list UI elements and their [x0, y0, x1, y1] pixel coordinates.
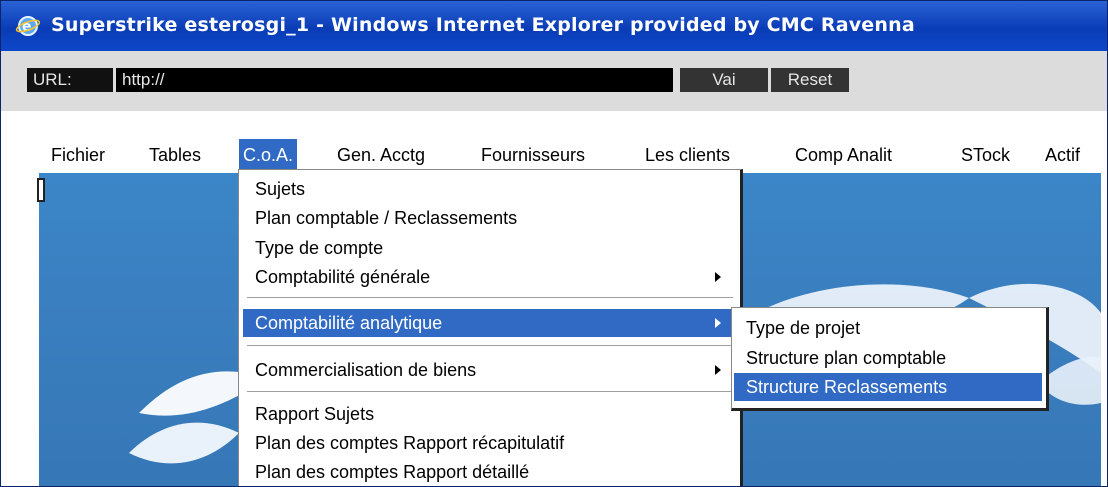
menu-actif[interactable]: Actif [1041, 139, 1084, 171]
menu-comp-analit[interactable]: Comp Analit [791, 139, 896, 171]
menu-separator [247, 297, 733, 301]
dropdown-item-rapport-sujets[interactable]: Rapport Sujets [239, 400, 737, 428]
title-bar: e Superstrike esterosgi_1 - Windows Inte… [1, 1, 1107, 51]
dropdown-item-sujets[interactable]: Sujets [239, 175, 737, 203]
page-left-margin [9, 173, 39, 486]
go-button[interactable]: Vai [680, 68, 768, 92]
url-input[interactable]: http:// [116, 68, 673, 92]
dropdown-item-plan-comptable[interactable]: Plan comptable / Reclassements [239, 204, 737, 232]
internet-explorer-icon: e [15, 16, 41, 36]
submenu-item-type-projet[interactable]: Type de projet [734, 314, 1042, 342]
submenu-item-structure-plan-comptable[interactable]: Structure plan comptable [734, 344, 1042, 372]
submenu-item-structure-reclassements[interactable]: Structure Reclassements [734, 373, 1042, 401]
menu-label: Tables [149, 145, 202, 165]
menu-label: Gen. Acctg [337, 145, 426, 165]
menu-label: Fichier [51, 145, 106, 165]
dropdown-item-label: Type de compte [255, 238, 384, 258]
menu-les-clients[interactable]: Les clients [641, 139, 734, 171]
dropdown-item-label: Plan comptable / Reclassements [255, 208, 518, 228]
dropdown-item-label: Commercialisation de biens [255, 360, 477, 380]
dropdown-item-label: Comptabilité générale [255, 267, 431, 287]
menu-fichier[interactable]: Fichier [47, 139, 109, 171]
dropdown-item-label: Sujets [255, 179, 306, 199]
submenu-item-label: Structure Reclassements [746, 377, 948, 397]
dropdown-item-label: Rapport Sujets [255, 404, 375, 424]
menu-stock[interactable]: STock [957, 139, 1014, 171]
dropdown-item-label: Plan des comptes Rapport récapitulatif [255, 433, 565, 453]
menu-tables[interactable]: Tables [145, 139, 205, 171]
menu-coa[interactable]: C.o.A. [239, 139, 298, 171]
menu-label: Fournisseurs [481, 145, 586, 165]
menu-gen-acctg[interactable]: Gen. Acctg [333, 139, 429, 171]
dropdown-item-type-compte[interactable]: Type de compte [239, 234, 737, 262]
menu-label: STock [961, 145, 1011, 165]
menu-separator [247, 391, 733, 395]
submenu-arrow-icon [715, 272, 721, 282]
page-marker [37, 178, 45, 202]
submenu-arrow-icon [715, 365, 721, 375]
comptabilite-analytique-submenu: Type de projet Structure plan comptable … [731, 307, 1049, 411]
menu-label: Les clients [645, 145, 731, 165]
submenu-item-label: Structure plan comptable [746, 348, 947, 368]
app-menubar: Fichier Tables C.o.A. Gen. Acctg Fournis… [1, 139, 1107, 173]
submenu-arrow-icon [715, 318, 721, 328]
coa-dropdown-menu: Sujets Plan comptable / Reclassements Ty… [238, 169, 743, 486]
dropdown-item-comptabilite-generale[interactable]: Comptabilité générale [239, 263, 737, 291]
dropdown-item-label: Comptabilité analytique [255, 313, 443, 333]
menu-label: Comp Analit [795, 145, 893, 165]
menu-label: C.o.A. [243, 145, 294, 165]
dropdown-item-rapport-recapitulatif[interactable]: Plan des comptes Rapport récapitulatif [239, 429, 737, 457]
menu-separator [247, 345, 733, 349]
submenu-item-label: Type de projet [746, 318, 861, 338]
url-label: URL: [27, 68, 113, 92]
menu-fournisseurs[interactable]: Fournisseurs [477, 139, 589, 171]
menu-label: Actif [1045, 145, 1081, 165]
dropdown-item-label: Plan des comptes Rapport détaillé [255, 462, 530, 482]
dropdown-item-comptabilite-analytique[interactable]: Comptabilité analytique [243, 309, 737, 337]
browser-window: e Superstrike esterosgi_1 - Windows Inte… [0, 0, 1108, 487]
window-title: Superstrike esterosgi_1 - Windows Intern… [51, 14, 915, 36]
reset-button[interactable]: Reset [771, 68, 849, 92]
dropdown-item-commercialisation[interactable]: Commercialisation de biens [239, 356, 737, 384]
dropdown-item-rapport-detaille[interactable]: Plan des comptes Rapport détaillé [239, 458, 737, 486]
